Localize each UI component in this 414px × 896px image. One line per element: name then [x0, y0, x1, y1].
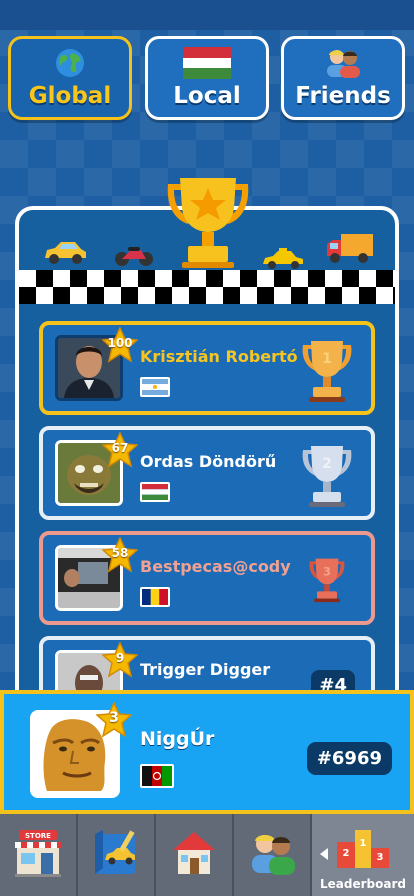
tab-local-label: Local	[173, 83, 241, 109]
level-star-icon: 67	[101, 431, 139, 468]
podium-first-label: 1	[360, 838, 367, 849]
flag-hungary-icon	[183, 47, 231, 79]
player-name: Trigger Digger	[140, 660, 271, 679]
truck-icon	[327, 234, 373, 263]
friends-icon	[327, 50, 360, 78]
flag-romania-icon	[140, 587, 170, 607]
store-sign-label: STORE	[25, 832, 51, 840]
trophy-rank-label: 1	[322, 351, 332, 367]
trophy-icon	[167, 178, 249, 268]
home-icon	[173, 832, 215, 874]
my-rank-badge: #6969	[306, 742, 392, 775]
level-star-icon: 100	[101, 326, 139, 363]
tab-global-label: Global	[28, 83, 112, 109]
tab-friends-label: Friends	[295, 83, 391, 109]
player-name: Ordas Döndörű	[140, 452, 277, 471]
bronze-cup-icon: 3	[309, 558, 345, 603]
leaderboard-row-1[interactable]: 100 Krisztián Robertó 1	[39, 321, 375, 415]
leaderboard-row-2[interactable]: 67 Ordas Döndörű 2	[39, 426, 375, 520]
motorbike-icon	[115, 247, 153, 266]
podium-third-label: 3	[377, 852, 384, 863]
podium-second-label: 2	[343, 848, 350, 859]
tab-local[interactable]: Local	[145, 36, 269, 120]
nav-garage[interactable]	[78, 814, 156, 896]
status-strip	[0, 0, 414, 30]
my-rank-bar[interactable]: 3 NiggÚr #6969	[0, 690, 414, 814]
leaderboard-row-3[interactable]: 58 Bestpecas@cody 3	[39, 531, 375, 625]
player-name: Bestpecas@cody	[140, 557, 291, 576]
level-star-icon: 9	[101, 641, 139, 678]
player-name: Krisztián Robertó	[140, 347, 298, 366]
checkered-finish-line	[19, 270, 395, 304]
tab-friends[interactable]: Friends	[281, 36, 405, 120]
level-number: 100	[107, 336, 133, 350]
trophy-rank-label: 2	[322, 456, 332, 472]
globe-icon	[56, 49, 84, 77]
flag-hungary-icon	[140, 482, 170, 502]
flag-argentina-icon	[140, 377, 170, 397]
friends-icon	[252, 835, 295, 875]
level-number: 3	[109, 710, 119, 726]
podium-icon: 1 2 3	[337, 830, 389, 868]
flag-afghanistan-icon	[140, 764, 174, 788]
yellow-car-icon	[45, 242, 86, 264]
level-number: 58	[111, 546, 129, 560]
leaderboard-tabs: Global Local Friends	[0, 36, 414, 122]
tab-global[interactable]: Global	[8, 36, 132, 120]
nav-leaderboard[interactable]: 1 2 3 Leaderboard	[312, 814, 414, 896]
level-star-icon: 58	[101, 536, 139, 573]
gold-cup-icon: 1	[302, 341, 352, 402]
bottom-navigation: STORE 1 2 3 Leaderboard	[0, 814, 414, 896]
level-number: 9	[115, 651, 125, 665]
nav-leaderboard-label: Leaderboard	[320, 877, 406, 891]
level-star-icon: 3	[95, 701, 133, 738]
nav-friends[interactable]	[234, 814, 312, 896]
store-icon: STORE	[15, 830, 61, 877]
trophy-rank-label: 3	[323, 565, 331, 579]
car-blueprint-icon	[95, 830, 135, 874]
nav-home[interactable]	[156, 814, 234, 896]
chevron-left-icon	[320, 848, 328, 860]
silver-cup-icon: 2	[302, 446, 352, 507]
my-player-name: NiggÚr	[140, 728, 215, 750]
nav-store[interactable]: STORE	[0, 814, 78, 896]
level-number: 67	[111, 441, 129, 455]
taxi-icon	[263, 248, 303, 269]
